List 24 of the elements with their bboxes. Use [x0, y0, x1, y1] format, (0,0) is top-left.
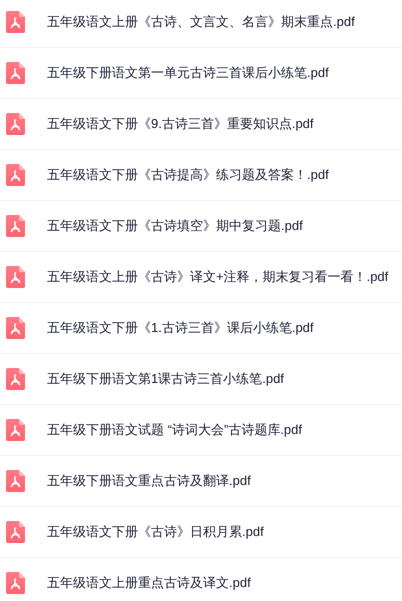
file-name[interactable]: 五年级下册语文第1课古诗三首小练笔.pdf — [47, 370, 284, 388]
file-name[interactable]: 五年级下册语文重点古诗及翻译.pdf — [47, 472, 251, 490]
file-name[interactable]: 五年级语文上册重点古诗及译文.pdf — [47, 574, 251, 592]
file-name[interactable]: 五年级下册语文试题 “诗词大会”古诗题库.pdf — [47, 421, 302, 439]
pdf-file-icon — [6, 368, 25, 390]
pdf-file-icon — [6, 419, 25, 441]
file-name[interactable]: 五年级语文下册《9.古诗三首》重要知识点.pdf — [47, 115, 314, 133]
file-name[interactable]: 五年级语文下册《古诗填空》期中复习题.pdf — [47, 217, 303, 235]
pdf-file-icon — [6, 266, 25, 288]
pdf-file-icon — [6, 11, 25, 33]
pdf-file-icon — [6, 470, 25, 492]
pdf-file-icon — [6, 113, 25, 135]
file-name[interactable]: 五年级语文下册《古诗提高》练习题及答案！.pdf — [47, 166, 329, 184]
file-name[interactable]: 五年级下册语文第一单元古诗三首课后小练笔.pdf — [47, 64, 329, 82]
pdf-file-icon — [6, 164, 25, 186]
pdf-file-icon — [6, 317, 25, 339]
pdf-file-icon — [6, 62, 25, 84]
file-name[interactable]: 五年级语文下册《1.古诗三首》课后小练笔.pdf — [47, 319, 314, 337]
pdf-file-icon — [6, 572, 25, 594]
pdf-file-icon — [6, 215, 25, 237]
file-name[interactable]: 五年级语文下册《古诗》日积月累.pdf — [47, 523, 264, 541]
file-name[interactable]: 五年级语文上册《古诗、文言文、名言》期末重点.pdf — [47, 13, 355, 31]
file-name[interactable]: 五年级语文上册《古诗》译文+注释，期末复习看一看！.pdf — [47, 268, 388, 286]
pdf-file-icon — [6, 521, 25, 543]
